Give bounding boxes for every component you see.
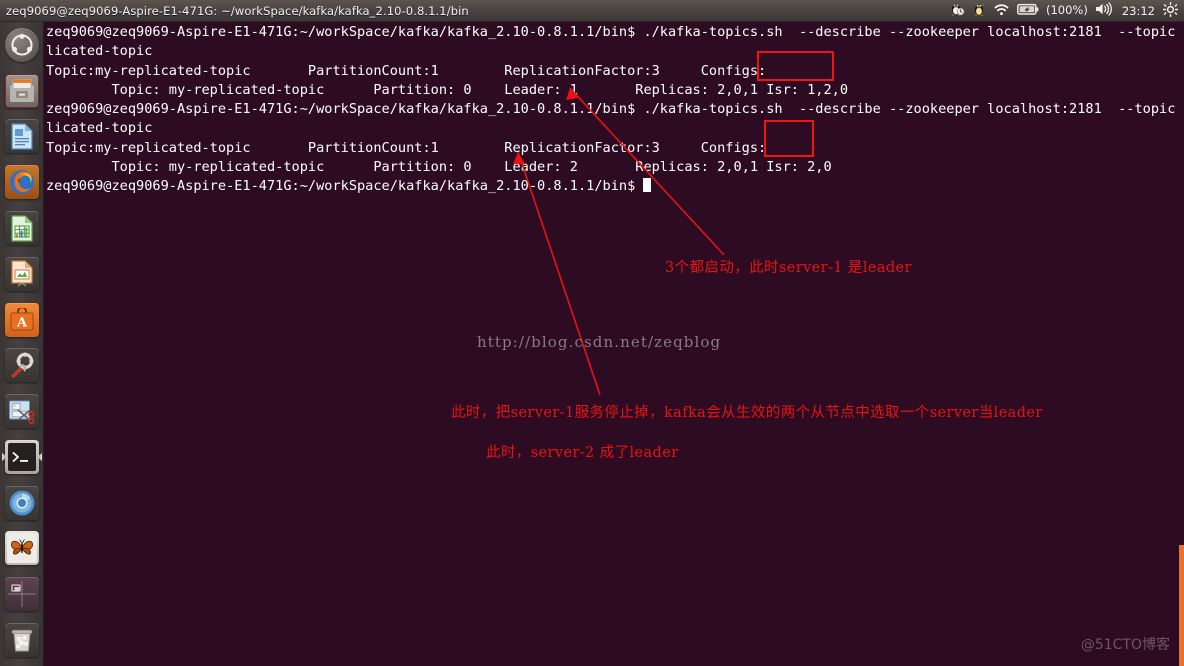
firefox-icon [9,170,34,195]
wifi-icon[interactable] [993,2,1010,19]
volume-icon[interactable] [1095,2,1114,19]
session-gear-icon[interactable] [1163,1,1178,20]
chromium-icon [9,490,34,516]
sidebar-item-libreoffice-writer[interactable] [2,117,42,157]
software-center-bag-icon: A [10,307,33,331]
files-cabinet-icon [9,78,34,102]
impress-presentation-icon [10,260,33,287]
terminal-scrollbar[interactable] [1179,545,1184,666]
unity-launcher: A [0,22,44,666]
ubuntu-logo-icon [10,33,33,56]
sidebar-item-terminal[interactable] [1,437,42,477]
sidebar-item-software-center[interactable]: A [2,300,42,340]
calc-spreadsheet-icon [10,214,33,242]
terminal-cursor [643,178,652,193]
sidebar-item-trash[interactable] [2,620,42,660]
top-panel: zeq9069@zeq9069-Aspire-E1-471G: ~/workSp… [0,0,1184,22]
sidebar-item-libreoffice-calc[interactable] [2,208,42,248]
penguin-clock-icon[interactable] [949,1,965,20]
writer-document-icon [10,123,33,150]
sidebar-item-libreoffice-impress[interactable] [2,254,42,294]
screenshot-scissors-icon [9,400,35,424]
desktop-screen: zeq9069@zeq9069-Aspire-E1-471G: ~/workSp… [0,0,1184,666]
svg-text:A: A [15,315,27,330]
sidebar-item-system-settings[interactable] [2,345,42,385]
battery-icon[interactable] [1017,3,1039,19]
terminal-prompt-icon [12,452,28,462]
clock-label[interactable]: 23:12 [1121,4,1156,18]
sidebar-item-chromium[interactable] [2,483,42,523]
tux-icon[interactable] [972,1,986,20]
battery-percent-label: (100%) [1045,2,1088,17]
system-tray: (100%) 23:12 [949,1,1184,20]
window-title: zeq9069@zeq9069-Aspire-E1-471G: ~/workSp… [6,3,469,18]
terminal-output: zeq9069@zeq9069-Aspire-E1-471G:~/workSpa… [46,24,1184,195]
sidebar-item-workspace-switcher[interactable] [2,574,42,614]
sidebar-item-files[interactable] [2,71,42,111]
sidebar-item-firefox[interactable] [2,162,42,202]
butterfly-icon [10,539,33,556]
terminal-window[interactable]: zeq9069@zeq9069-Aspire-E1-471G:~/workSpa… [44,22,1184,666]
trash-icon [11,629,32,652]
sidebar-item-image-viewer[interactable] [2,529,42,569]
system-settings-icon [10,352,33,379]
workspace-switcher-icon [7,581,36,608]
sidebar-item-dash[interactable] [2,25,42,65]
sidebar-item-screenshot[interactable] [2,391,42,431]
